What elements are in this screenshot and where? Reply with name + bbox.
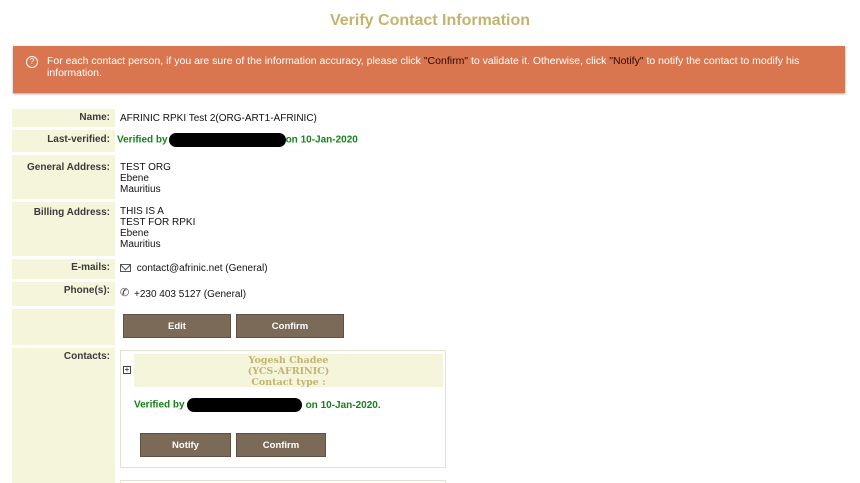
expand-plus-icon[interactable]: + [123,366,131,374]
contacts-label: Contacts: [12,348,115,483]
banner-text-2: to validate it. Otherwise, click [468,55,610,67]
general-address-label: General Address: [12,155,115,199]
contact-handle: (YCS-AFRINIC) [247,366,330,377]
redacted-name-block [168,133,286,147]
billing-address-line: THIS IS A [120,206,164,217]
general-address-value: TEST ORG Ebene Mauritius [120,162,171,195]
billing-address-line: TEST FOR RPKI [120,217,196,228]
actions-label-cell [12,309,115,345]
org-name-value: AFRINIC RPKI Test 2(ORG-ART1-AFRINIC) [120,113,317,124]
contact-verified-suffix: on 10-Jan-2020. [305,399,381,411]
contact-verified-prefix: Verified by [134,399,185,411]
notify-button[interactable]: Notify [140,433,231,457]
general-address-line: Mauritius [120,184,161,195]
name-label: Name: [12,109,115,127]
email-value-row: contact@afrinic.net (General) [120,263,268,274]
phone-icon: ✆ [120,287,130,299]
contact-name: Yogesh Chadee [248,355,329,366]
contact-confirm-button[interactable]: Confirm [236,433,326,457]
emails-label: E-mails: [12,259,115,279]
banner-notify-word: "Notify" [609,55,644,67]
billing-address-line: Ebene [120,228,149,239]
verified-prefix: Verified by [117,134,168,146]
phone-value-row: ✆ +230 403 5127 (General) [120,287,247,301]
general-address-line: Ebene [120,173,149,184]
email-value[interactable]: contact@afrinic.net (General) [137,263,268,274]
billing-address-label: Billing Address: [12,202,115,256]
banner-confirm-word: "Confirm" [423,55,469,67]
last-verified-label: Last-verified: [12,130,115,152]
banner-text-1: For each contact person, if you are sure… [47,55,424,67]
edit-button[interactable]: Edit [123,314,231,338]
last-verified-value: Verified by on 10-Jan-2020 [117,133,358,148]
verified-suffix: on 10-Jan-2020 [285,134,358,146]
info-banner: ? For each contact person, if you are su… [13,46,845,93]
phone-value: +230 403 5127 (General) [134,289,247,300]
envelope-icon [120,264,131,272]
contact-verified-value: Verified by on 10-Jan-2020. [134,398,381,413]
contact-header: Yogesh Chadee (YCS-AFRINIC) Contact type… [134,354,443,388]
phones-label: Phone(s): [12,282,115,306]
page-title: Verify Contact Information [329,12,531,29]
contact-type: Contact type : [251,377,326,388]
billing-address-line: Mauritius [120,239,161,250]
redacted-name-block [186,398,302,412]
confirm-button[interactable]: Confirm [236,314,344,338]
billing-address-value: THIS IS A TEST FOR RPKI Ebene Mauritius [120,206,195,250]
general-address-line: TEST ORG [120,162,171,173]
question-circle-icon: ? [26,56,38,68]
